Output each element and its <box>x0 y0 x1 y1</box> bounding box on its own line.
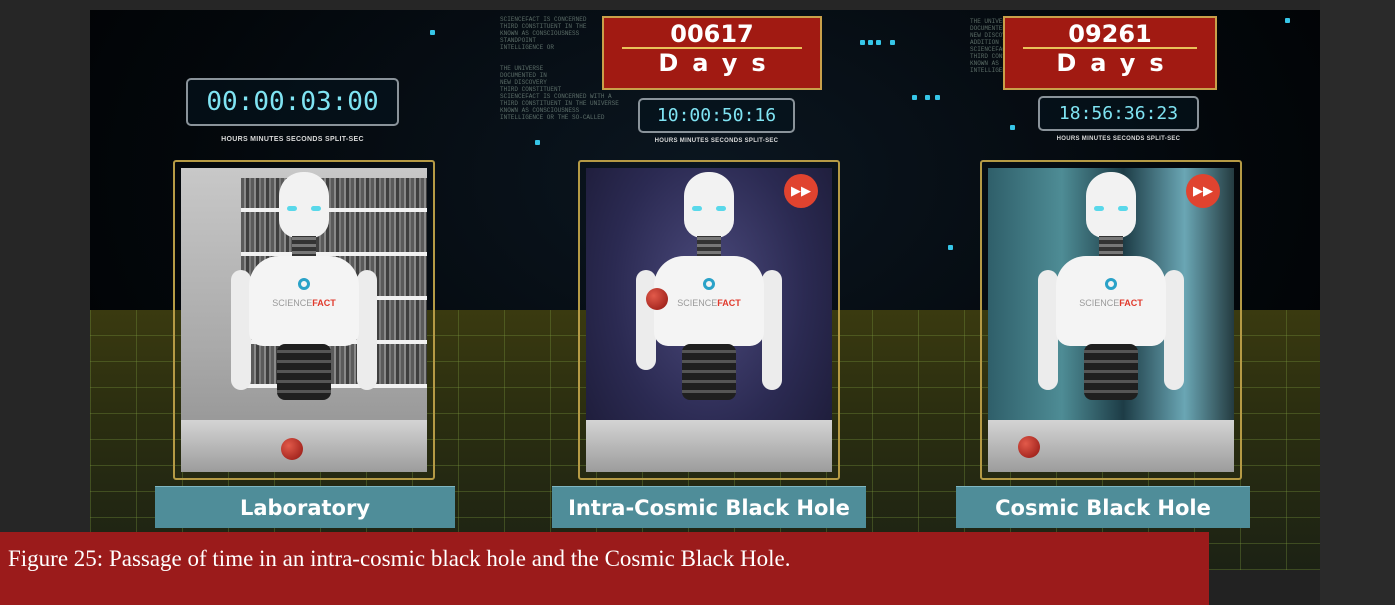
decor-dot <box>925 95 930 100</box>
figure-caption-bar: Figure 25: Passage of time in an intra-c… <box>0 532 1209 605</box>
lab-elapsed-timer: 00:00:03:00 <box>186 78 399 126</box>
robot-arm <box>231 270 251 390</box>
robot-head <box>1086 172 1136 238</box>
decor-dot <box>860 40 865 45</box>
figure-caption: Figure 25: Passage of time in an intra-c… <box>8 546 791 571</box>
brand-logo-icon <box>1105 278 1117 290</box>
robot-arm <box>1038 270 1058 390</box>
decor-dot <box>948 245 953 250</box>
robot-torso: SCIENCEFACT <box>654 256 764 346</box>
cosmic-timer-units: HOURS MINUTES SECONDS SPLIT-SEC <box>1056 136 1181 142</box>
robot-eye <box>1118 206 1128 211</box>
laboratory-scene: SCIENCEFACT <box>181 168 427 472</box>
robot-brand-text: SCIENCEFACT <box>1079 298 1143 308</box>
robot-eye <box>1094 206 1104 211</box>
robot-arm <box>357 270 377 390</box>
robot-figure: SCIENCEFACT <box>1036 172 1186 432</box>
days-unit: Days <box>1056 49 1178 77</box>
fast-forward-icon: ▶▶ <box>1186 174 1220 208</box>
apple <box>1018 436 1040 458</box>
decor-dot <box>868 40 873 45</box>
laboratory-label: Laboratory <box>155 486 455 528</box>
cosmic-panel: ▶▶ SCIENCEFACT <box>980 160 1242 480</box>
brand-logo-icon <box>298 278 310 290</box>
robot-eye <box>311 206 321 211</box>
cosmic-label: Cosmic Black Hole <box>956 486 1250 528</box>
video-frame: SCIENCEFACT IS CONCERNED THIRD CONSTITUEN… <box>90 10 1320 570</box>
robot-head <box>279 172 329 238</box>
intra-cosmic-scene: ▶▶ SCIENCEFACT <box>586 168 832 472</box>
decor-dot <box>1010 125 1015 130</box>
decor-dot <box>876 40 881 45</box>
intra-cosmic-label: Intra-Cosmic Black Hole <box>552 486 866 528</box>
robot-neck <box>697 236 721 258</box>
robot-figure: SCIENCEFACT <box>229 172 379 432</box>
robot-eye <box>287 206 297 211</box>
robot-torso: SCIENCEFACT <box>1056 256 1166 346</box>
desk <box>586 420 832 472</box>
robot-brand-text: SCIENCEFACT <box>677 298 741 308</box>
intra-cosmic-timer-units: HOURS MINUTES SECONDS SPLIT-SEC <box>654 138 779 144</box>
robot-waist <box>1084 344 1138 400</box>
top-border <box>0 0 1395 10</box>
cosmic-scene: ▶▶ SCIENCEFACT <box>988 168 1234 472</box>
laboratory-panel: SCIENCEFACT <box>173 160 435 480</box>
decor-dot <box>890 40 895 45</box>
robot-arm <box>1164 270 1184 390</box>
decor-dot <box>430 30 435 35</box>
figure-stage: SCIENCEFACT IS CONCERNED THIRD CONSTITUEN… <box>0 0 1395 605</box>
left-border <box>0 0 90 605</box>
apple <box>646 288 668 310</box>
fast-forward-icon: ▶▶ <box>784 174 818 208</box>
robot-waist <box>277 344 331 400</box>
desk <box>181 420 427 472</box>
cosmic-elapsed-timer: 18:56:36:23 <box>1038 96 1199 131</box>
intra-cosmic-panel: ▶▶ SCIENCEFACT <box>578 160 840 480</box>
robot-head <box>684 172 734 238</box>
robot-neck <box>1099 236 1123 258</box>
robot-waist <box>682 344 736 400</box>
apple <box>281 438 303 460</box>
days-number: 00617 <box>670 20 754 48</box>
robot-arm <box>636 270 656 370</box>
decor-dot <box>935 95 940 100</box>
decor-dot <box>1285 18 1290 23</box>
robot-neck <box>292 236 316 258</box>
robot-eye <box>716 206 726 211</box>
decor-dot <box>535 140 540 145</box>
cosmic-days-counter: 09261 Days <box>1003 16 1217 90</box>
robot-arm <box>762 270 782 390</box>
lab-timer-units: HOURS MINUTES SECONDS SPLIT-SEC <box>221 136 364 143</box>
intra-cosmic-elapsed-timer: 10:00:50:16 <box>638 98 795 133</box>
robot-eye <box>692 206 702 211</box>
right-border <box>1320 0 1395 605</box>
decor-dot <box>912 95 917 100</box>
robot-brand-text: SCIENCEFACT <box>272 298 336 308</box>
intra-cosmic-days-counter: 00617 Days <box>602 16 822 90</box>
days-unit: Days <box>658 49 780 77</box>
brand-logo-icon <box>703 278 715 290</box>
robot-torso: SCIENCEFACT <box>249 256 359 346</box>
days-number: 09261 <box>1068 20 1152 48</box>
